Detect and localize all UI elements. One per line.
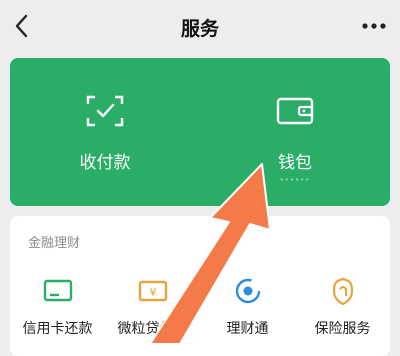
finance-section: 金融理财 信用卡还款 ¥ 微粒贷借钱 理财通 保险服务 bbox=[10, 216, 390, 356]
loan-label: 微粒贷借钱 bbox=[117, 321, 188, 337]
loan-icon: ¥ bbox=[137, 276, 169, 310]
insurance-label: 保险服务 bbox=[314, 321, 371, 337]
insurance-button[interactable]: 保险服务 bbox=[295, 276, 390, 356]
credit-card-label: 信用卡还款 bbox=[22, 321, 93, 337]
svg-text:¥: ¥ bbox=[149, 286, 156, 299]
insurance-icon bbox=[327, 276, 359, 310]
wallet-label: 钱包 bbox=[278, 153, 312, 173]
receive-pay-button[interactable]: 收付款 bbox=[10, 58, 200, 206]
weilidai-loan-button[interactable]: ¥ 微粒贷借钱 bbox=[105, 276, 200, 356]
wallet-balance-masked: •••••• bbox=[279, 176, 311, 184]
payment-card: 收付款 钱包 •••••• bbox=[10, 58, 390, 206]
credit-card-repayment-button[interactable]: 信用卡还款 bbox=[10, 276, 105, 356]
page-title: 服务 bbox=[180, 18, 219, 40]
wealth-icon bbox=[232, 276, 264, 310]
licaitong-button[interactable]: 理财通 bbox=[200, 276, 295, 356]
wallet-icon bbox=[275, 94, 315, 132]
credit-card-icon bbox=[42, 276, 74, 310]
section-title: 金融理财 bbox=[28, 236, 81, 251]
navigation-bar: 服务 bbox=[0, 0, 400, 54]
receive-pay-label: 收付款 bbox=[79, 153, 131, 173]
scan-qr-icon bbox=[85, 94, 125, 132]
more-dots-icon[interactable] bbox=[360, 16, 388, 36]
licaitong-label: 理财通 bbox=[226, 321, 269, 337]
wallet-button[interactable]: 钱包 •••••• bbox=[200, 58, 390, 206]
